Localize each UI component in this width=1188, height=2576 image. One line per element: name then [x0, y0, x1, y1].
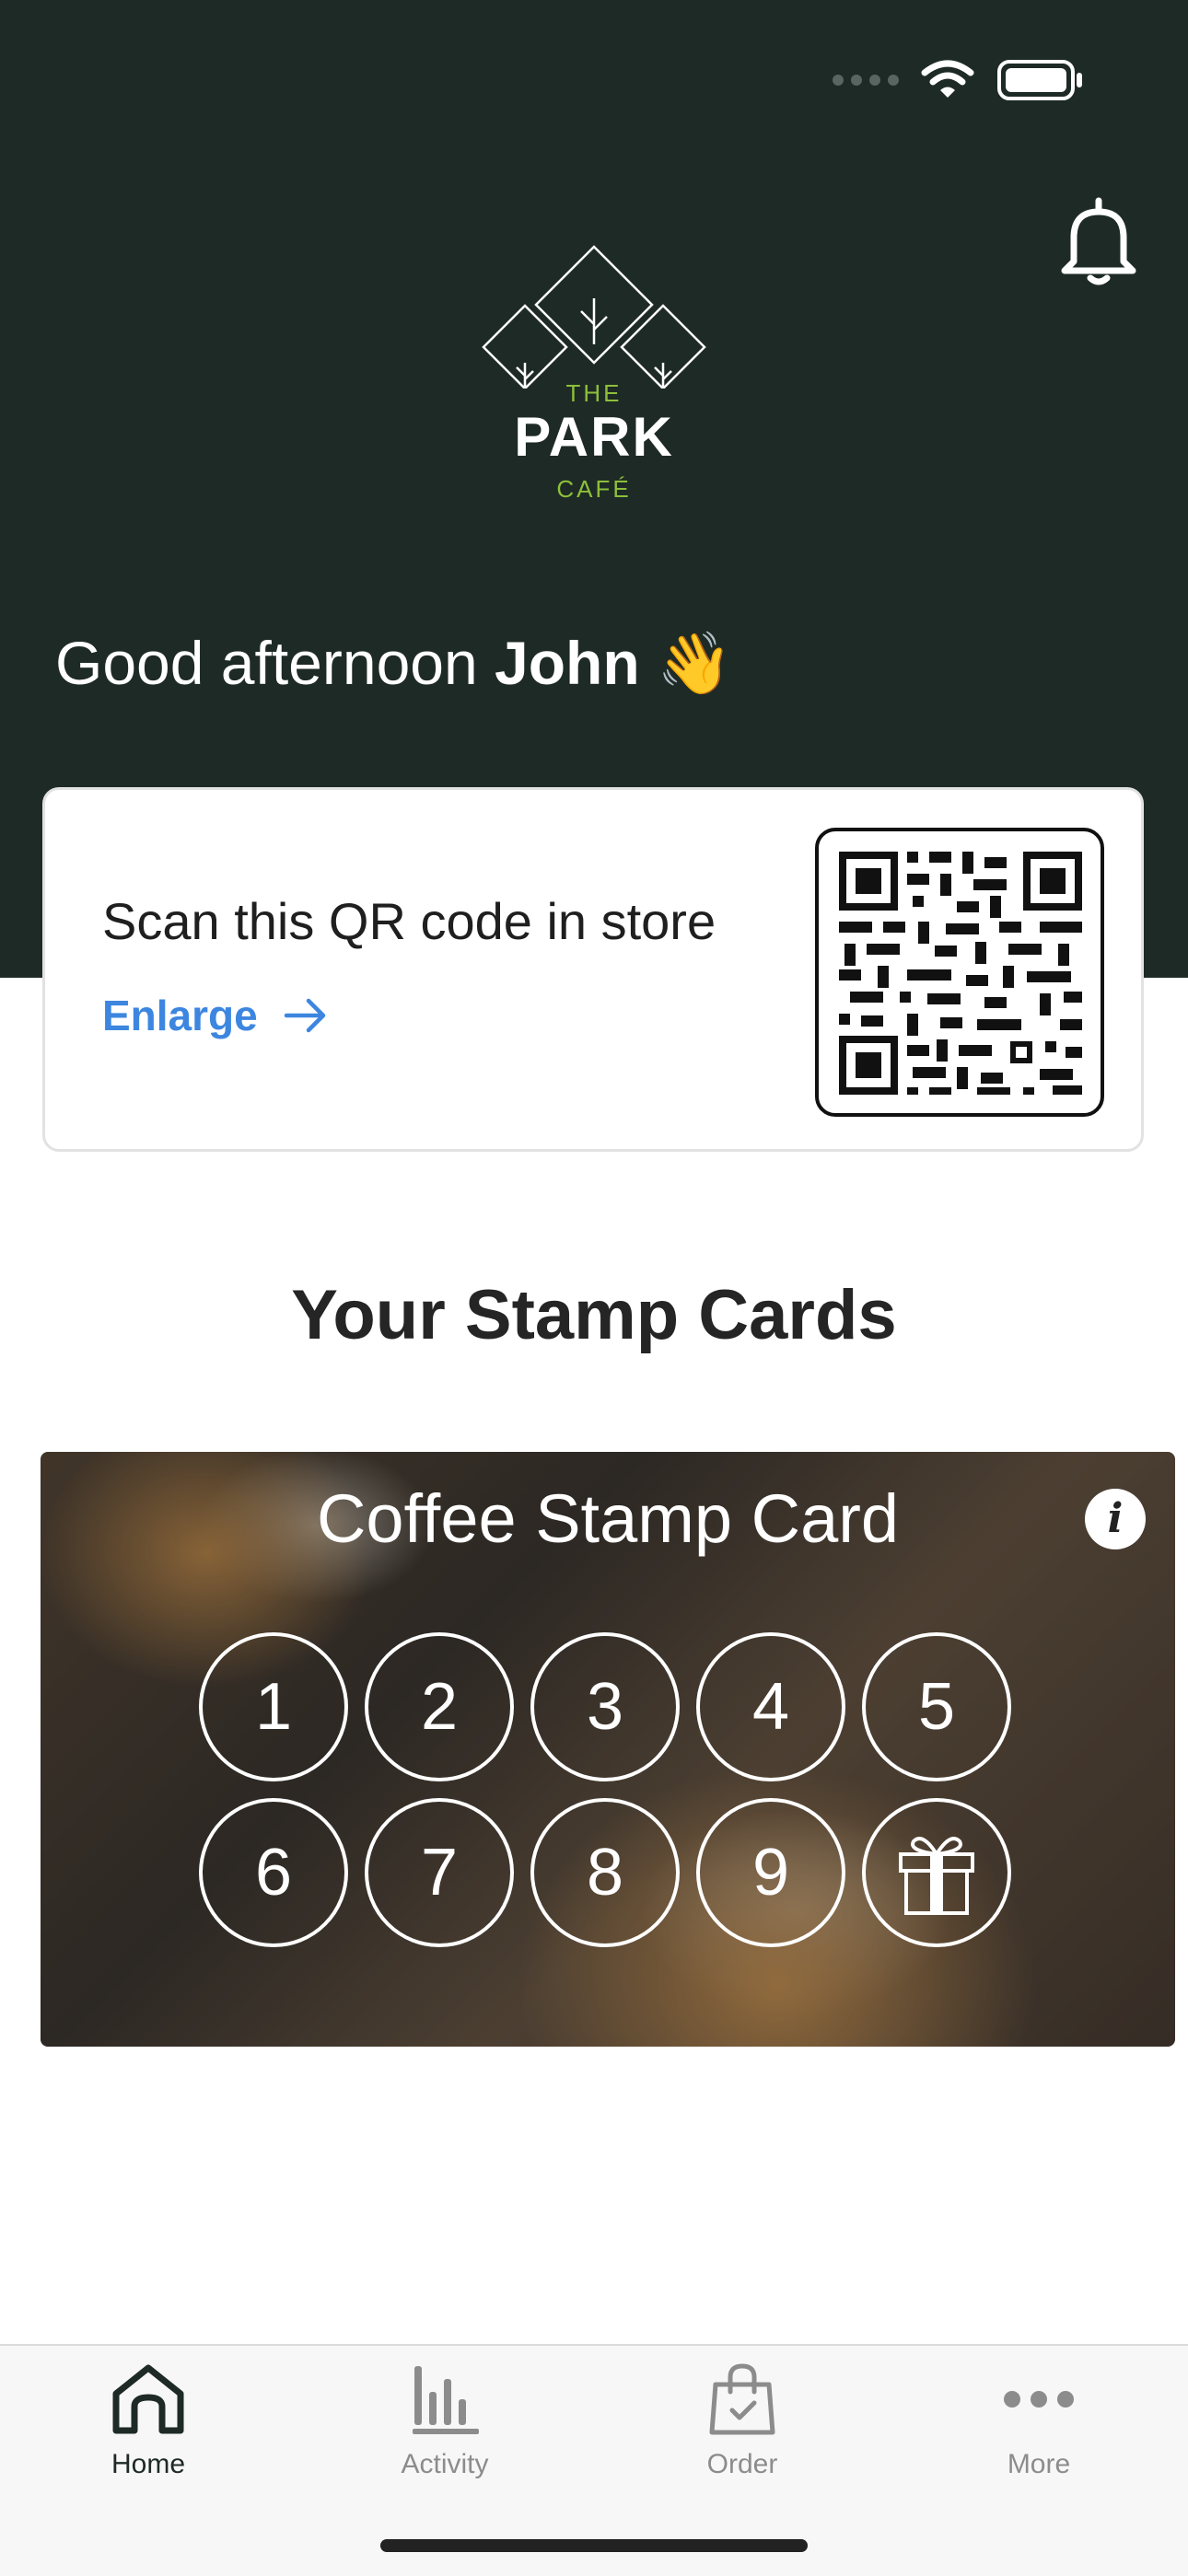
- tab-home[interactable]: Home: [56, 2362, 240, 2480]
- greeting: Good afternoon John 👋: [55, 626, 732, 700]
- stamp-grid: 1 2 3 4 5 6 7 8 9: [199, 1632, 1028, 1947]
- stamp-8: 8: [530, 1798, 680, 1947]
- stamp-4: 4: [696, 1632, 845, 1781]
- logo-cafe-text: CAFÉ: [556, 475, 632, 503]
- tab-order[interactable]: Order: [650, 2362, 834, 2480]
- tab-activity-label: Activity: [401, 2449, 489, 2479]
- tab-more[interactable]: More: [947, 2362, 1131, 2480]
- tab-home-label: Home: [111, 2449, 186, 2479]
- stamp-card-title: Coffee Stamp Card: [316, 1480, 900, 1557]
- arrow-right-icon: [284, 998, 325, 1033]
- qr-instruction-text: Scan this QR code in store: [102, 892, 716, 950]
- shopping-bag-icon: [709, 2363, 775, 2435]
- stamp-3: 3: [530, 1632, 680, 1781]
- info-icon[interactable]: i: [1085, 1489, 1146, 1549]
- stamp-9: 9: [696, 1798, 845, 1947]
- wifi-icon: [921, 60, 974, 98]
- logo-park-text: PARK: [514, 406, 674, 468]
- stamp-5: 5: [862, 1632, 1011, 1781]
- stamp-cards-heading: Your Stamp Cards: [291, 1276, 897, 1354]
- wave-emoji: 👋: [657, 629, 733, 697]
- qr-code[interactable]: [815, 828, 1104, 1117]
- status-bar: [833, 57, 1085, 103]
- more-icon: [1004, 2391, 1074, 2408]
- greeting-prefix: Good afternoon: [55, 629, 495, 697]
- qr-code-icon: [839, 852, 1082, 1095]
- qr-code-card[interactable]: Scan this QR code in store Enlarge: [42, 787, 1144, 1152]
- park-cafe-logo: THE PARK CAFÉ: [474, 241, 714, 508]
- home-icon: [112, 2364, 184, 2434]
- coffee-stamp-card[interactable]: Coffee Stamp Card i 1 2 3 4 5 6 7 8 9: [41, 1452, 1175, 2047]
- stamp-reward: [862, 1798, 1011, 1947]
- home-indicator[interactable]: [380, 2539, 808, 2552]
- enlarge-label: Enlarge: [102, 992, 258, 1039]
- stamp-2: 2: [365, 1632, 514, 1781]
- battery-icon: [997, 60, 1082, 100]
- tab-activity[interactable]: Activity: [353, 2362, 537, 2480]
- stamp-1: 1: [199, 1632, 348, 1781]
- signal-icon: [833, 75, 899, 86]
- bar-chart-icon: [413, 2366, 479, 2434]
- logo-the-text: THE: [565, 379, 623, 407]
- enlarge-button[interactable]: Enlarge: [102, 991, 328, 1040]
- stamp-7: 7: [365, 1798, 514, 1947]
- stamp-6: 6: [199, 1798, 348, 1947]
- user-name: John: [495, 629, 640, 697]
- tab-more-label: More: [1007, 2449, 1071, 2479]
- bell-icon[interactable]: [1057, 193, 1140, 285]
- tree-diamonds-icon: [482, 245, 706, 389]
- gift-icon: [899, 1837, 974, 1915]
- tab-order-label: Order: [706, 2449, 778, 2479]
